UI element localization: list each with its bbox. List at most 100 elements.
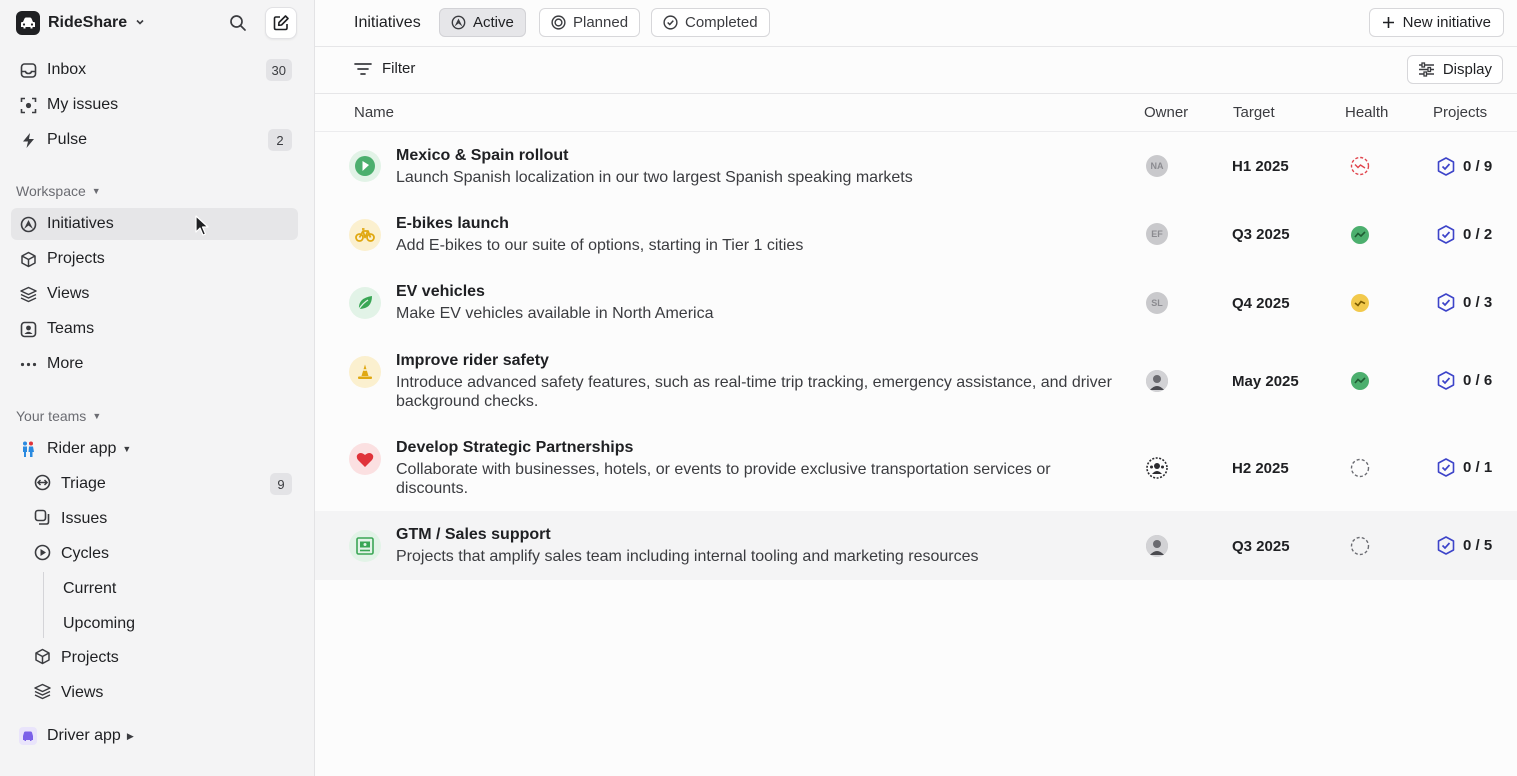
sidebar-item-pulse[interactable]: Pulse 2: [11, 124, 298, 156]
projects-progress[interactable]: 0 / 6: [1437, 371, 1492, 390]
health-none-icon[interactable]: [1350, 536, 1370, 556]
health-on-track-icon[interactable]: [1350, 225, 1370, 245]
projects-progress[interactable]: 0 / 5: [1437, 536, 1492, 555]
tab-label: Completed: [685, 14, 758, 31]
heart-icon: [349, 443, 381, 475]
inbox-count-badge: 30: [265, 59, 292, 81]
workspace-section-toggle[interactable]: Workspace ▼: [16, 183, 101, 199]
cycles-icon: [34, 544, 51, 565]
team-driver-app[interactable]: Driver app ▶: [11, 720, 298, 752]
sidebar-item-teams[interactable]: Teams: [11, 313, 298, 345]
cycle-upcoming-link[interactable]: Upcoming: [63, 615, 135, 633]
projects-progress[interactable]: 0 / 1: [1437, 458, 1492, 477]
money-icon: [349, 530, 381, 562]
sidebar-item-views[interactable]: Views: [11, 278, 298, 310]
tab-planned[interactable]: Planned: [539, 8, 641, 37]
your-teams-section-toggle[interactable]: Your teams ▼: [16, 408, 101, 424]
button-label: Filter: [382, 60, 416, 77]
project-shield-icon: [1437, 225, 1455, 244]
sidebar-item-label: Views: [47, 285, 90, 302]
avatar[interactable]: NA: [1146, 155, 1168, 177]
table-row[interactable]: Develop Strategic Partnerships Collabora…: [315, 424, 1517, 511]
search-button[interactable]: [222, 7, 254, 39]
workspace-switcher[interactable]: RideShare: [16, 10, 145, 36]
sidebar-item-label: My issues: [47, 96, 119, 113]
target-date[interactable]: H1 2025: [1232, 158, 1289, 175]
column-header-name[interactable]: Name: [354, 104, 394, 121]
projects-progress[interactable]: 0 / 2: [1437, 225, 1492, 244]
target-date[interactable]: Q3 2025: [1232, 226, 1290, 243]
driver-app-team-icon: [19, 727, 37, 745]
column-header-projects[interactable]: Projects: [1433, 104, 1487, 121]
pulse-count-badge: 2: [268, 129, 292, 151]
filter-icon: [354, 62, 372, 75]
avatar[interactable]: EF: [1146, 223, 1168, 245]
sidebar-item-my-issues[interactable]: My issues: [11, 89, 298, 121]
team-item-projects[interactable]: Projects: [27, 642, 298, 674]
cone-icon: [349, 356, 381, 388]
sidebar-item-projects[interactable]: Projects: [11, 243, 298, 275]
tab-active[interactable]: Active: [439, 8, 526, 37]
sidebar-item-initiatives[interactable]: Initiatives: [11, 208, 298, 240]
display-button[interactable]: Display: [1406, 55, 1503, 84]
team-item-views[interactable]: Views: [27, 677, 298, 709]
column-header-target[interactable]: Target: [1233, 104, 1275, 121]
sidebar-item-label: Projects: [47, 250, 105, 267]
sidebar-item-label: Pulse: [47, 131, 88, 148]
team-label: Rider app: [47, 440, 117, 457]
initiative-name: E-bikes launch: [396, 215, 509, 232]
target-date[interactable]: May 2025: [1232, 373, 1299, 390]
layers-icon: [34, 683, 51, 704]
compose-icon: [273, 15, 289, 31]
team-item-issues[interactable]: Issues: [27, 503, 298, 535]
projects-progress[interactable]: 0 / 9: [1437, 157, 1492, 176]
health-off-track-icon[interactable]: [1350, 156, 1370, 176]
avatar[interactable]: [1146, 457, 1168, 479]
button-label: Display: [1442, 61, 1492, 78]
sidebar-item-label: More: [47, 355, 84, 372]
project-shield-icon: [1437, 536, 1455, 555]
new-issue-button[interactable]: [265, 7, 297, 39]
target-date[interactable]: Q4 2025: [1232, 295, 1290, 312]
team-item-cycles[interactable]: Cycles: [27, 538, 298, 570]
projects-progress[interactable]: 0 / 3: [1437, 293, 1492, 312]
avatar[interactable]: SL: [1146, 292, 1168, 314]
projects-count: 0 / 1: [1463, 459, 1493, 476]
section-label: Your teams: [16, 408, 87, 424]
team-rider-app[interactable]: Rider app ▼: [11, 433, 298, 465]
table-row[interactable]: EV vehicles Make EV vehicles available i…: [315, 269, 1517, 337]
table-row[interactable]: E-bikes launch Add E-bikes to our suite …: [315, 201, 1517, 269]
layers-icon: [19, 285, 37, 303]
health-on-track-icon[interactable]: [1350, 371, 1370, 391]
new-initiative-button[interactable]: New initiative: [1368, 8, 1504, 37]
avatar[interactable]: [1146, 535, 1168, 557]
initiative-description: Introduce advanced safety features, such…: [396, 374, 1112, 410]
team-item-label: Projects: [61, 649, 119, 666]
filter-button[interactable]: Filter: [354, 60, 415, 77]
table-row[interactable]: GTM / Sales support Projects that amplif…: [315, 511, 1517, 580]
tab-completed[interactable]: Completed: [651, 8, 770, 37]
projects-count: 0 / 3: [1463, 294, 1493, 311]
initiative-description: Add E-bikes to our suite of options, sta…: [396, 237, 804, 254]
column-header-health[interactable]: Health: [1345, 104, 1388, 121]
health-none-icon[interactable]: [1350, 458, 1370, 478]
cycles-tree-line: [43, 572, 44, 638]
initiative-description: Collaborate with businesses, hotels, or …: [396, 461, 1051, 497]
project-shield-icon: [1437, 293, 1455, 312]
health-at-risk-icon[interactable]: [1350, 293, 1370, 313]
button-label: New initiative: [1402, 14, 1491, 31]
user-photo-icon: [1146, 535, 1168, 557]
initiatives-icon: [451, 15, 466, 30]
team-item-triage[interactable]: Triage 9: [27, 468, 298, 500]
column-header-owner[interactable]: Owner: [1144, 104, 1188, 121]
team-item-label: Issues: [61, 510, 108, 527]
table-row[interactable]: Improve rider safety Introduce advanced …: [315, 337, 1517, 424]
cube-icon: [34, 648, 51, 669]
sidebar-item-inbox[interactable]: Inbox 30: [11, 54, 298, 86]
avatar[interactable]: [1146, 370, 1168, 392]
sidebar-item-more[interactable]: More: [11, 348, 298, 380]
table-row[interactable]: Mexico & Spain rollout Launch Spanish lo…: [315, 133, 1517, 201]
target-date[interactable]: H2 2025: [1232, 460, 1289, 477]
cycle-current-link[interactable]: Current: [63, 580, 116, 598]
target-date[interactable]: Q3 2025: [1232, 538, 1290, 555]
